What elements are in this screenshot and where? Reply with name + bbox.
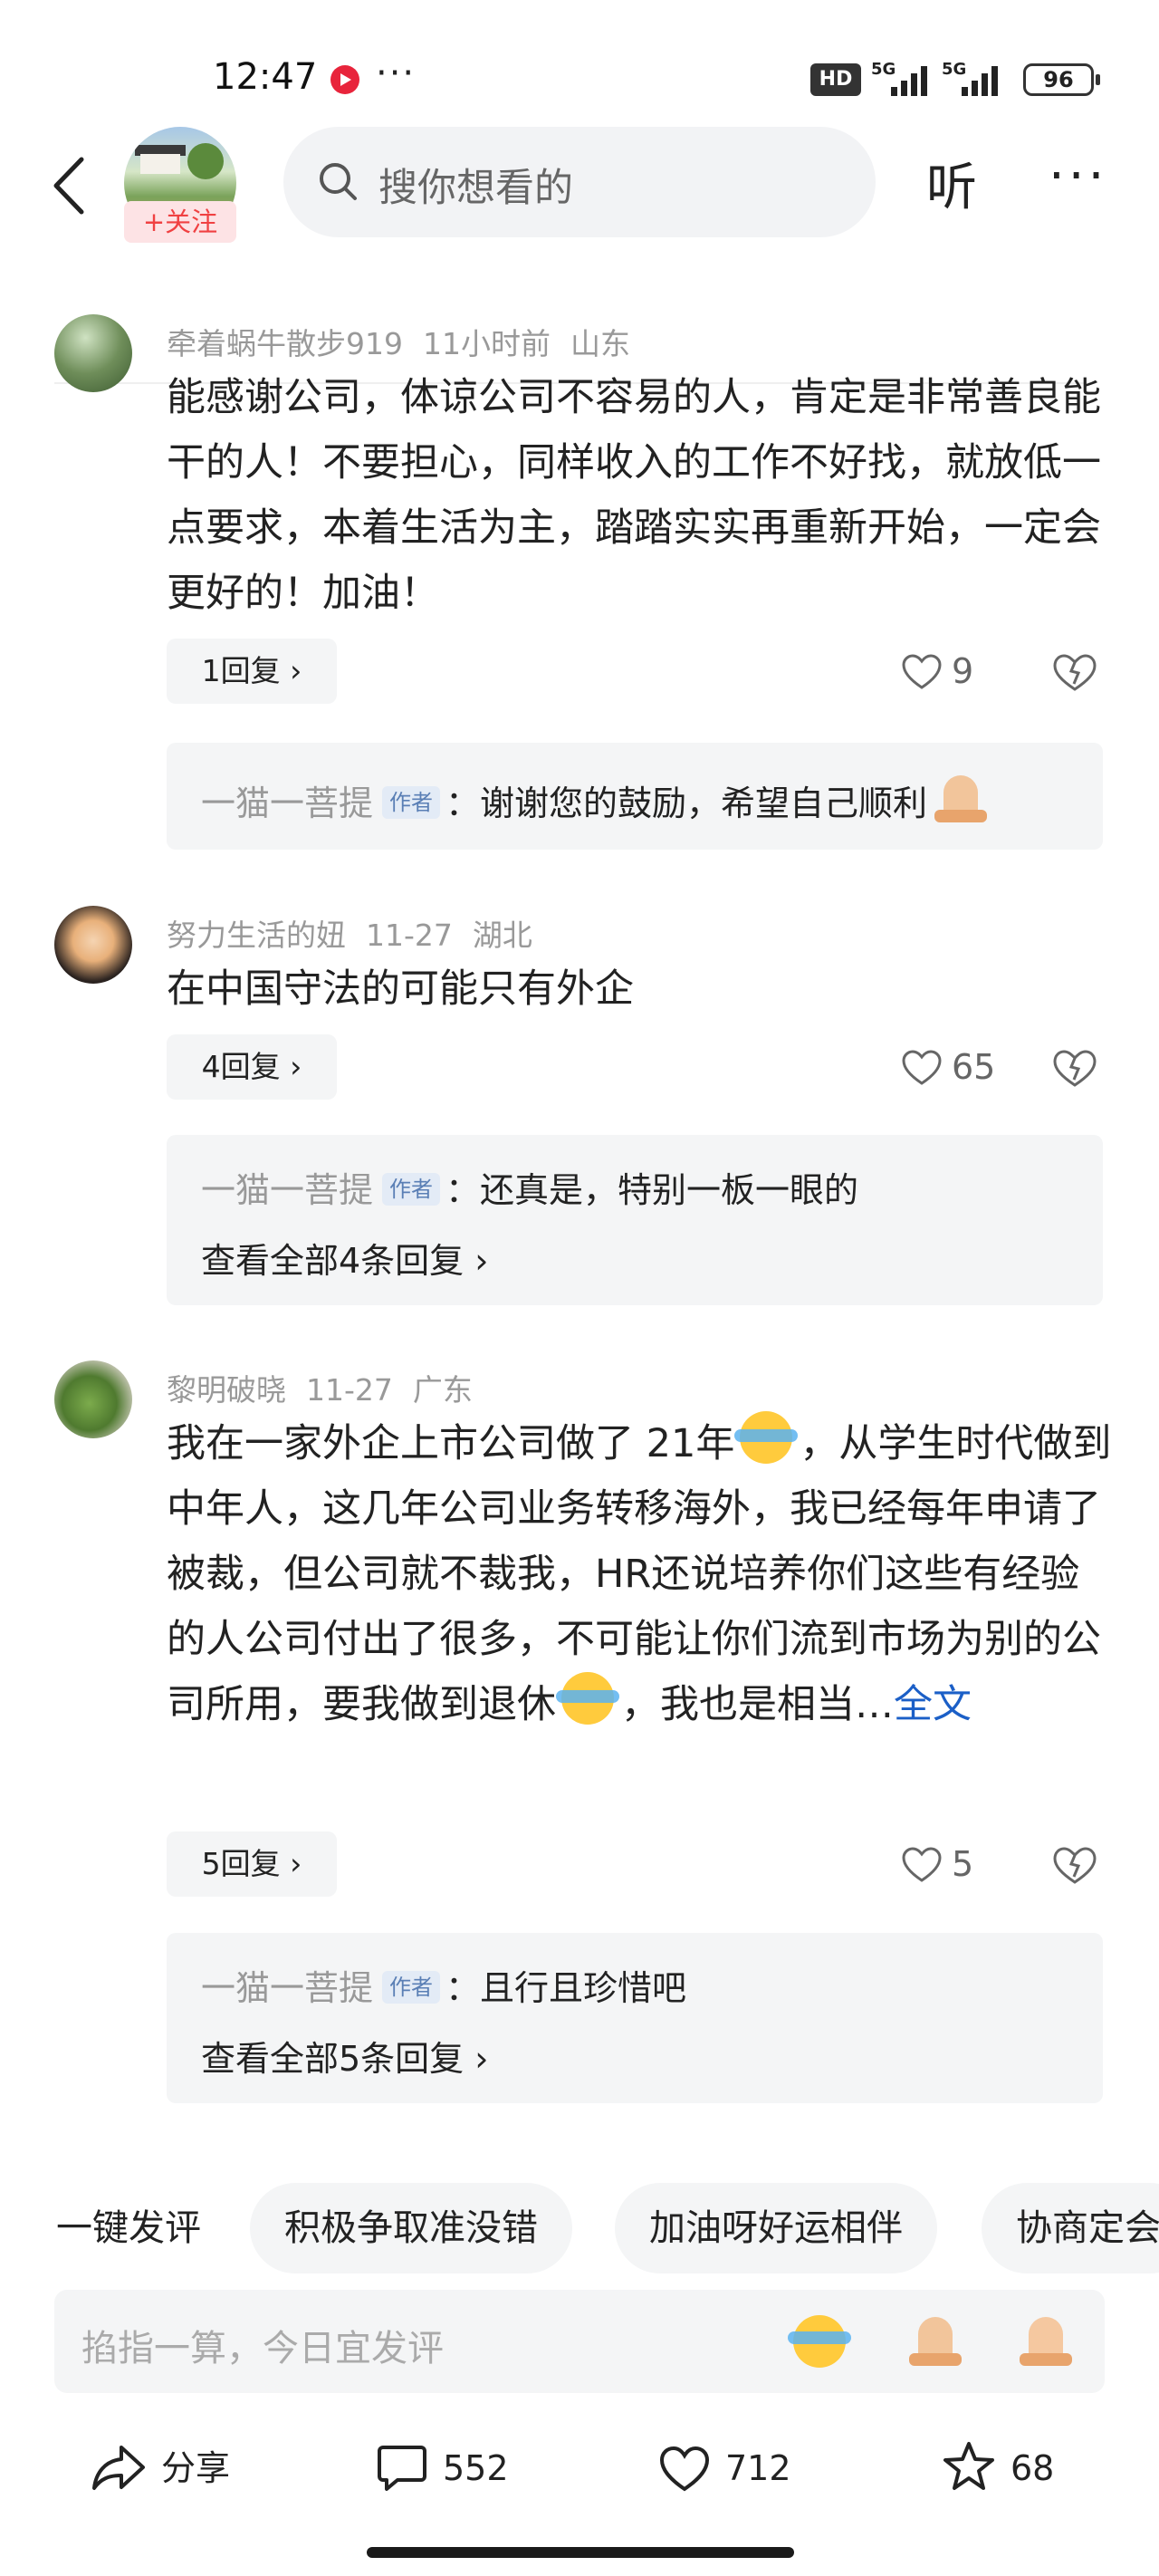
likes-count: 712 bbox=[725, 2448, 791, 2488]
author-badge: 作者 bbox=[382, 786, 441, 819]
laugh-cry-emoji-icon bbox=[734, 1411, 800, 1464]
comment-text: 能感谢公司，体谅公司不容易的人，肯定是非常善良能干的人！不要担心，同样收入的工作… bbox=[167, 375, 1101, 616]
avatar[interactable] bbox=[54, 314, 132, 392]
comment-username[interactable]: 黎明破晓 bbox=[167, 1372, 286, 1408]
view-all-replies-link[interactable]: 查看全部4条回复 › bbox=[201, 1233, 488, 1283]
view-all-replies-link[interactable]: 查看全部5条回复 › bbox=[201, 2031, 488, 2081]
comment-meta: 努力生活的妞 11-27 湖北 bbox=[167, 911, 552, 955]
like-button[interactable]: 5 bbox=[901, 1831, 973, 1897]
reply-text: ：还真是，特别一板一眼的 bbox=[445, 1170, 859, 1210]
signal-icon: 5G bbox=[871, 60, 934, 96]
search-bar[interactable]: 搜你想看的 bbox=[283, 127, 876, 237]
reply-count-button[interactable]: 4回复 › bbox=[167, 1034, 337, 1100]
heart-icon bbox=[659, 2446, 710, 2492]
favorites-count: 68 bbox=[1011, 2448, 1055, 2488]
comment-time: 11小时前 bbox=[423, 326, 551, 361]
listen-button[interactable]: 听 bbox=[926, 147, 977, 220]
folded-hands-emoji-icon[interactable] bbox=[904, 2312, 967, 2371]
comment-input-placeholder: 掐指一算，今日宜发评 bbox=[81, 2328, 444, 2369]
share-button[interactable]: 分享 bbox=[91, 2427, 230, 2509]
author-badge: 作者 bbox=[382, 1971, 441, 2004]
comments-count: 552 bbox=[443, 2448, 509, 2488]
reply-count-button[interactable]: 1回复 › bbox=[167, 639, 337, 704]
author-reply-box[interactable]: 一猫一菩提 作者 ：谢谢您的鼓励，希望自己顺利 bbox=[167, 743, 1103, 850]
status-more-icon: ··· bbox=[376, 53, 417, 94]
share-icon bbox=[92, 2446, 145, 2490]
folded-hands-emoji-icon bbox=[931, 774, 991, 824]
heart-icon bbox=[902, 1050, 942, 1085]
follow-button[interactable]: +关注 bbox=[124, 201, 236, 243]
heart-icon bbox=[902, 654, 942, 689]
heart-icon bbox=[902, 1847, 942, 1882]
like-count: 5 bbox=[952, 1844, 974, 1884]
like-count: 9 bbox=[952, 651, 974, 691]
author-badge: 作者 bbox=[382, 1173, 441, 1206]
comment-location: 湖北 bbox=[472, 918, 532, 953]
comment-location: 山东 bbox=[570, 326, 630, 361]
comment-input[interactable]: 掐指一算，今日宜发评 bbox=[54, 2290, 1105, 2393]
hd-voice-icon: HD bbox=[810, 63, 861, 96]
like-count: 65 bbox=[952, 1047, 996, 1087]
signal-icon-2: 5G bbox=[942, 60, 1005, 96]
comment-username[interactable]: 努力生活的妞 bbox=[167, 918, 346, 953]
status-bar: 12:47 ··· HD 5G 5G 96 bbox=[0, 0, 1159, 127]
bottom-action-bar: 分享 552 712 68 bbox=[0, 2427, 1159, 2509]
like-button[interactable]: 65 bbox=[901, 1034, 995, 1100]
comment-text: 我在一家外企上市公司做了 21年 ，从学生时代做到中年人，这几年公司业务转移海外，… bbox=[167, 1411, 1117, 1737]
comment-meta: 黎明破晓 11-27 广东 bbox=[167, 1366, 493, 1409]
favorite-button[interactable]: 68 bbox=[942, 2427, 1054, 2509]
chip-suggestion[interactable]: 协商定会 bbox=[982, 2183, 1159, 2273]
avatar[interactable] bbox=[54, 906, 132, 984]
author-reply: 一猫一菩提 作者 ：谢谢您的鼓励，希望自己顺利 bbox=[201, 774, 991, 825]
comment-bubble-icon bbox=[378, 2446, 426, 2491]
comment-text: 在中国守法的可能只有外企 bbox=[167, 966, 634, 1012]
like-button[interactable]: 9 bbox=[901, 639, 973, 704]
comment-username[interactable]: 牵着蜗牛散步919 bbox=[167, 326, 403, 361]
chip-suggestion[interactable]: 积极争取准没错 bbox=[250, 2183, 572, 2273]
status-time: 12:47 bbox=[213, 56, 318, 98]
author-reply: 一猫一菩提 作者 ：且行且珍惜吧 bbox=[201, 1960, 686, 2010]
dislike-icon[interactable] bbox=[1050, 1034, 1099, 1100]
quick-comment-chips: 一键发评 积极争取准没错 加油呀好运相伴 协商定会 bbox=[0, 2183, 1159, 2273]
laugh-cry-emoji-icon[interactable] bbox=[788, 2312, 851, 2371]
screen-record-icon bbox=[330, 65, 359, 94]
search-icon bbox=[320, 163, 357, 200]
reply-text: ：谢谢您的鼓励，希望自己顺利 bbox=[445, 783, 928, 823]
chip-one-click-comment[interactable]: 一键发评 bbox=[56, 2183, 201, 2273]
comment-time: 11-27 bbox=[306, 1372, 393, 1408]
back-arrow-icon[interactable] bbox=[47, 154, 92, 217]
more-options-icon[interactable]: ··· bbox=[1049, 147, 1107, 206]
reply-author[interactable]: 一猫一菩提 bbox=[201, 1968, 373, 2008]
comment-time: 11-27 bbox=[366, 918, 453, 953]
reply-author[interactable]: 一猫一菩提 bbox=[201, 1170, 373, 1210]
share-label: 分享 bbox=[161, 2448, 231, 2488]
author-reply: 一猫一菩提 作者 ：还真是，特别一板一眼的 bbox=[201, 1162, 858, 1212]
home-indicator[interactable] bbox=[367, 2547, 794, 2558]
comment-meta: 牵着蜗牛散步919 11小时前 山东 bbox=[167, 320, 650, 363]
dislike-icon[interactable] bbox=[1050, 1831, 1099, 1897]
search-placeholder: 搜你想看的 bbox=[378, 166, 573, 211]
reply-count-button[interactable]: 5回复 › bbox=[167, 1831, 337, 1897]
reply-text: ：且行且珍惜吧 bbox=[445, 1968, 687, 2008]
laugh-cry-emoji-icon bbox=[556, 1672, 621, 1725]
chip-suggestion[interactable]: 加油呀好运相伴 bbox=[615, 2183, 937, 2273]
reply-author[interactable]: 一猫一菩提 bbox=[201, 783, 373, 823]
author-reply-box[interactable]: 一猫一菩提 作者 ：且行且珍惜吧 查看全部5条回复 › bbox=[167, 1933, 1103, 2103]
battery-icon: 96 bbox=[1023, 63, 1100, 96]
comments-button[interactable]: 552 bbox=[376, 2427, 509, 2509]
author-reply-box[interactable]: 一猫一菩提 作者 ：还真是，特别一板一眼的 查看全部4条回复 › bbox=[167, 1135, 1103, 1305]
avatar[interactable] bbox=[54, 1360, 132, 1438]
full-text-link[interactable]: 全文 bbox=[894, 1682, 972, 1727]
star-icon bbox=[943, 2442, 994, 2490]
like-article-button[interactable]: 712 bbox=[658, 2427, 791, 2509]
comment-location: 广东 bbox=[412, 1372, 473, 1408]
folded-hands-emoji-icon[interactable] bbox=[1014, 2312, 1078, 2371]
top-nav: +关注 搜你想看的 听 ··· bbox=[0, 127, 1159, 384]
dislike-icon[interactable] bbox=[1050, 639, 1099, 704]
